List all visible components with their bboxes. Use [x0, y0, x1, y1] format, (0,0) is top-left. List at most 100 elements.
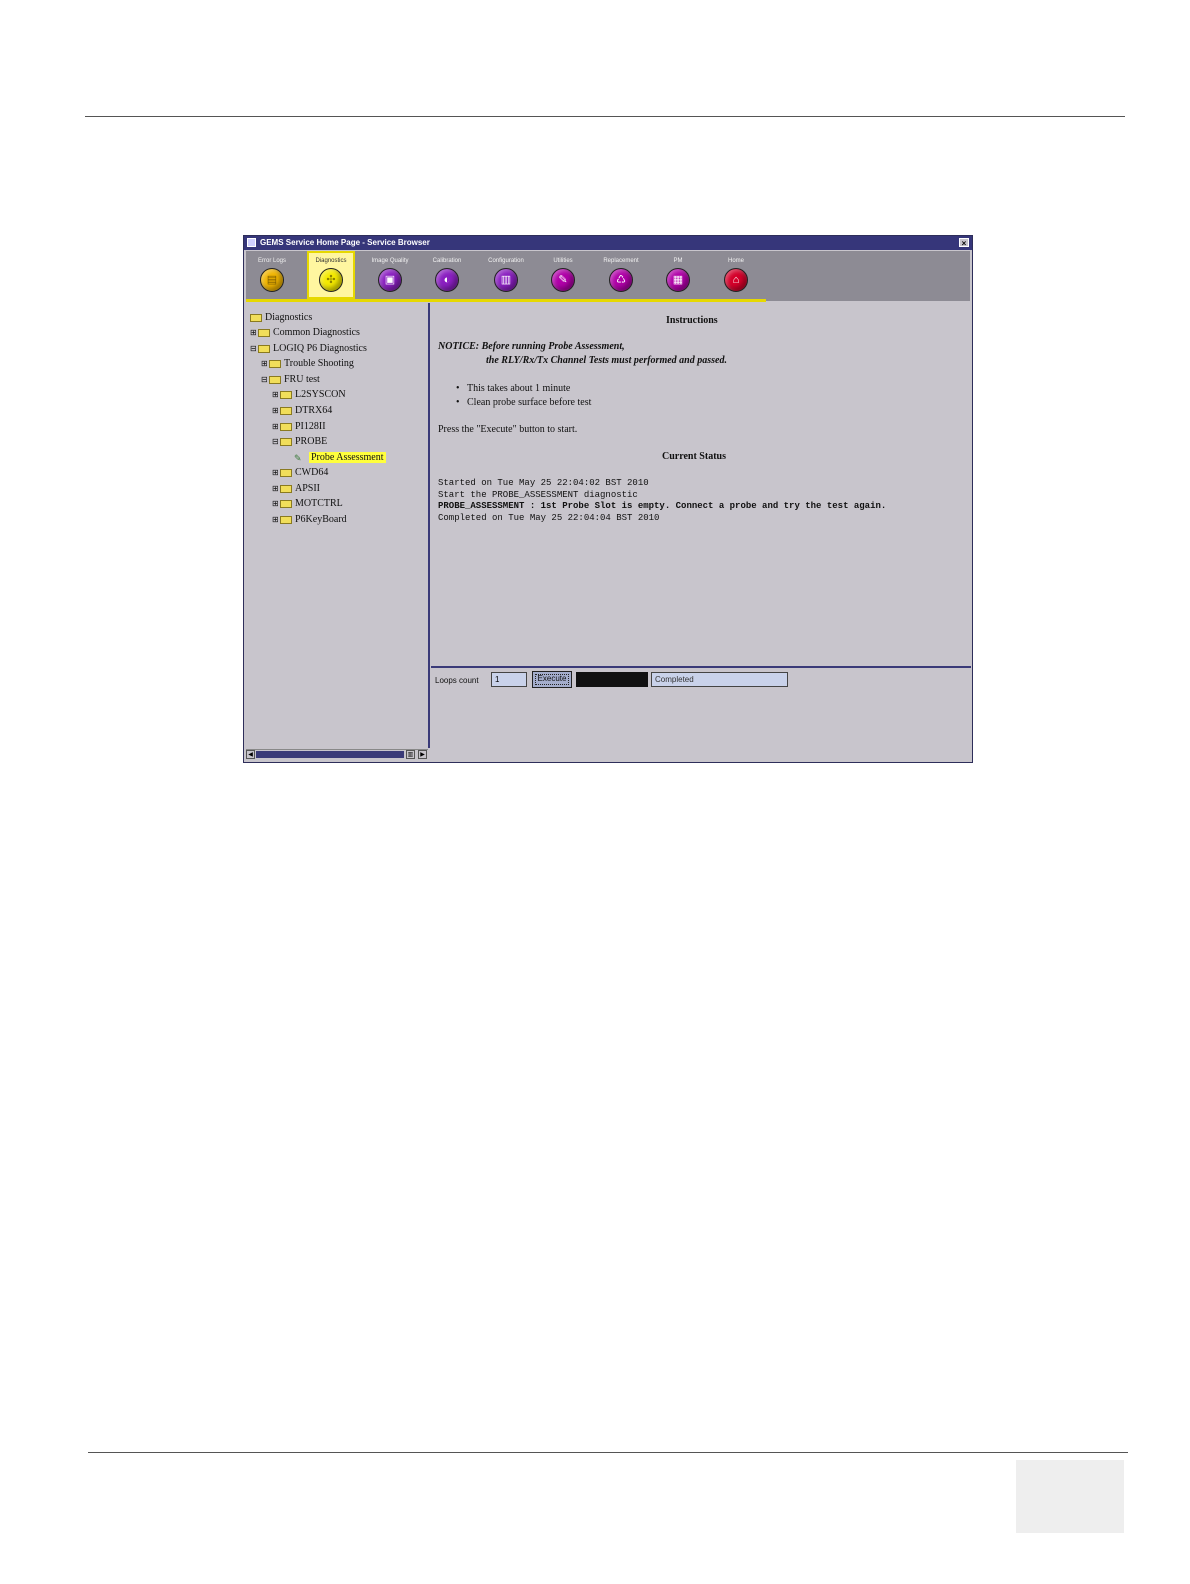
bullet-duration: This takes about 1 minute	[456, 383, 570, 394]
tree-node-p6keyboard[interactable]: ⊞ P6KeyBoard	[272, 513, 347, 527]
expand-icon[interactable]: ⊞	[272, 388, 280, 402]
pm-icon: ▦	[666, 268, 690, 292]
tab-label: PM	[673, 258, 683, 264]
instructions-heading: Instructions	[666, 315, 718, 326]
image-quality-icon: ▣	[378, 268, 402, 292]
expand-icon[interactable]: ⊞	[261, 357, 269, 371]
tab-label: Replacement	[603, 258, 639, 264]
calibration-icon: ◐	[435, 268, 459, 292]
scroll-thumb[interactable]	[256, 751, 404, 758]
collapse-icon[interactable]: ⊟	[261, 373, 269, 387]
window-title: GEMS Service Home Page - Service Browser	[260, 238, 430, 247]
tab-home[interactable]: Home ⌂	[712, 253, 760, 297]
error-logs-icon: ▤	[260, 268, 284, 292]
tree-node-fru-test[interactable]: ⊟ FRU test	[261, 373, 320, 387]
log-line: Start the PROBE_ASSESSMENT diagnostic	[438, 490, 638, 500]
tree-node-apsii[interactable]: ⊞ APSII	[272, 482, 320, 496]
utilities-icon: ✎	[551, 268, 575, 292]
title-bar: GEMS Service Home Page - Service Browser…	[244, 236, 972, 250]
log-line: Started on Tue May 25 22:04:02 BST 2010	[438, 478, 649, 488]
tab-label: Utilities	[553, 258, 573, 264]
diagnostics-tree-pane: Diagnostics ⊞ Common Diagnostics ⊟ LOGIQ P…	[246, 303, 430, 748]
control-pane: Loops count 1 Execute Completed	[431, 666, 971, 762]
folder-icon	[269, 360, 281, 368]
notice-line-2: the RLY/Rx/Tx Channel Tests must perform…	[486, 355, 727, 366]
tree-node-diagnostics[interactable]: Diagnostics	[250, 311, 312, 325]
tab-error-logs[interactable]: Error Logs ▤	[248, 253, 296, 297]
tree-node-cwd64[interactable]: ⊞ CWD64	[272, 466, 328, 480]
tree-node-probe[interactable]: ⊟ PROBE	[272, 435, 327, 449]
tab-label: Error Logs	[257, 258, 286, 264]
selected-node-label: Probe Assessment	[309, 452, 386, 463]
diagnostics-icon: ✣	[319, 268, 343, 292]
expand-icon[interactable]: ⊞	[272, 420, 280, 434]
tree-node-trouble-shooting[interactable]: ⊞ Trouble Shooting	[261, 357, 354, 371]
header-rule	[85, 116, 1125, 117]
tab-diagnostics[interactable]: Diagnostics ✣	[307, 251, 355, 299]
app-icon	[247, 238, 256, 247]
loops-count-label: Loops count	[435, 676, 479, 685]
active-tab-underline	[246, 299, 766, 302]
execute-button[interactable]: Execute	[532, 671, 572, 688]
scroll-grip-icon[interactable]: ▥	[406, 750, 415, 759]
folder-open-icon	[258, 345, 270, 353]
tree-node-probe-assessment[interactable]: ✎ Probe Assessment	[294, 451, 386, 465]
folder-open-icon	[250, 314, 262, 322]
tab-calibration[interactable]: Calibration ◐	[423, 253, 471, 297]
log-line: Completed on Tue May 25 22:04:04 BST 201…	[438, 513, 660, 523]
footer-rule	[88, 1452, 1128, 1453]
expand-icon[interactable]: ⊞	[272, 497, 280, 511]
current-status-heading: Current Status	[662, 451, 726, 462]
progress-bar	[576, 672, 648, 687]
tab-pm[interactable]: PM ▦	[654, 253, 702, 297]
close-icon[interactable]: ×	[959, 238, 969, 248]
bullet-clean-probe: Clean probe surface before test	[456, 397, 591, 408]
expand-icon[interactable]: ⊞	[272, 482, 280, 496]
page-number-box	[1016, 1460, 1124, 1533]
log-line: PROBE_ASSESSMENT : 1st Probe Slot is emp…	[438, 501, 887, 511]
tree-horizontal-scrollbar[interactable]: ◀ ▥ ▶	[246, 749, 428, 760]
tree-node-common-diagnostics[interactable]: ⊞ Common Diagnostics	[250, 326, 360, 340]
tab-label: Diagnostics	[315, 258, 347, 264]
tab-configuration[interactable]: Configuration ▥	[482, 253, 530, 297]
folder-icon	[280, 500, 292, 508]
collapse-icon[interactable]: ⊟	[272, 435, 280, 449]
tab-label: Home	[727, 258, 744, 264]
folder-icon	[258, 329, 270, 337]
collapse-icon[interactable]: ⊟	[250, 342, 258, 356]
folder-open-icon	[269, 376, 281, 384]
tab-label: Image Quality	[371, 258, 409, 264]
home-icon: ⌂	[724, 268, 748, 292]
expand-icon[interactable]: ⊞	[250, 326, 258, 340]
status-field: Completed	[651, 672, 788, 687]
tree-node-l2syscon[interactable]: ⊞ L2SYSCON	[272, 388, 346, 402]
service-browser-window: GEMS Service Home Page - Service Browser…	[243, 235, 973, 763]
service-toolbar: Error Logs ▤ Diagnostics ✣ Image Quality…	[246, 251, 970, 301]
folder-open-icon	[280, 438, 292, 446]
tab-replacement[interactable]: Replacement ♺	[597, 253, 645, 297]
folder-icon	[280, 423, 292, 431]
folder-icon	[280, 391, 292, 399]
scroll-left-icon[interactable]: ◀	[246, 750, 255, 759]
expand-icon[interactable]: ⊞	[272, 404, 280, 418]
configuration-icon: ▥	[494, 268, 518, 292]
loops-count-input[interactable]: 1	[491, 672, 527, 687]
notice-line-1: NOTICE: Before running Probe Assessment,	[438, 341, 625, 352]
tree-node-motctrl[interactable]: ⊞ MOTCTRL	[272, 497, 343, 511]
instructions-pane: Instructions NOTICE: Before running Prob…	[431, 303, 971, 665]
folder-icon	[280, 485, 292, 493]
replacement-icon: ♺	[609, 268, 633, 292]
tree-node-dtrx64[interactable]: ⊞ DTRX64	[272, 404, 332, 418]
folder-icon	[280, 469, 292, 477]
scroll-right-icon[interactable]: ▶	[418, 750, 427, 759]
tree-node-logiq-p6-diagnostics[interactable]: ⊟ LOGIQ P6 Diagnostics	[250, 342, 367, 356]
expand-icon[interactable]: ⊞	[272, 466, 280, 480]
tab-image-quality[interactable]: Image Quality ▣	[366, 253, 414, 297]
expand-icon[interactable]: ⊞	[272, 513, 280, 527]
test-leaf-icon: ✎	[294, 453, 302, 463]
tab-label: Calibration	[432, 258, 462, 264]
tab-utilities[interactable]: Utilities ✎	[539, 253, 587, 297]
folder-icon	[280, 516, 292, 524]
tree-node-pi128ii[interactable]: ⊞ PI128II	[272, 420, 326, 434]
folder-icon	[280, 407, 292, 415]
